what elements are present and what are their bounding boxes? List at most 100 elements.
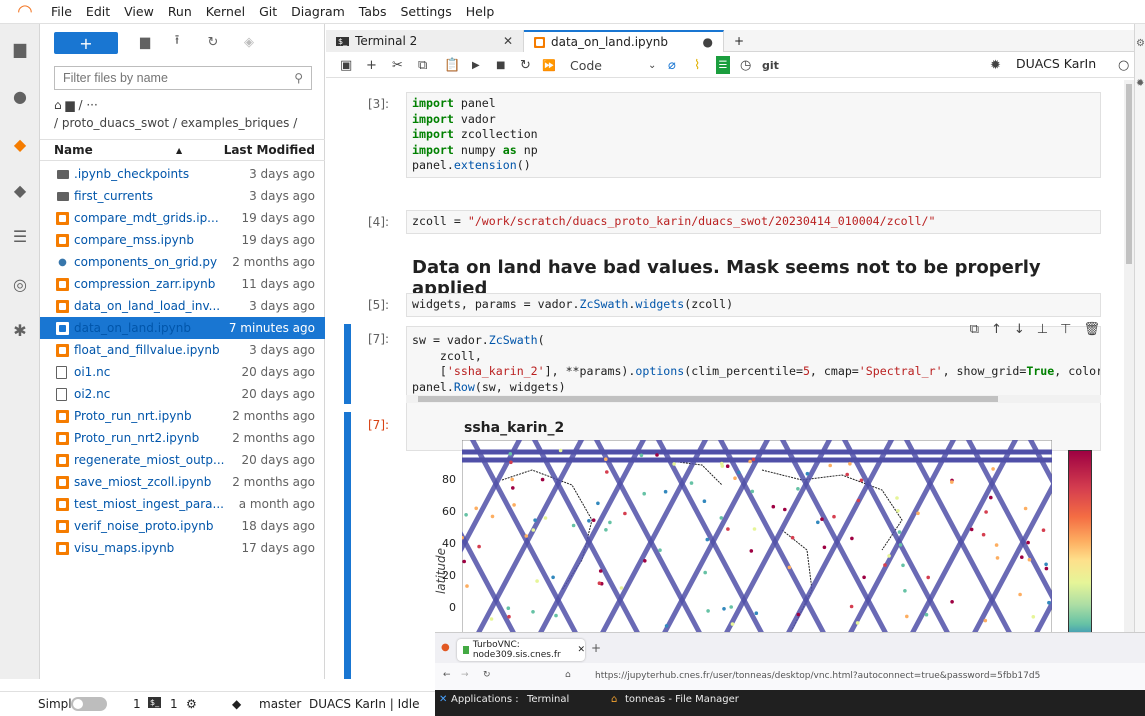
globe-icon[interactable]: ◎	[8, 272, 32, 296]
paste-icon[interactable]: 📋	[444, 56, 460, 74]
file-row[interactable]: Proto_run_nrt2.ipynb 2 months ago	[40, 427, 325, 449]
menu-file[interactable]: File	[44, 4, 79, 19]
git-button[interactable]: git	[762, 56, 779, 74]
column-modified-header[interactable]: Last Modified	[224, 143, 315, 157]
browser-tab[interactable]: TurboVNC: node309.sis.cnes.fr ✕	[457, 639, 585, 661]
bug-icon[interactable]: ✹	[990, 56, 1001, 74]
clock-icon[interactable]: ◷	[740, 56, 751, 74]
upload-icon[interactable]: ⭱	[168, 33, 186, 51]
restart-icon[interactable]: ↻	[520, 56, 531, 74]
taskbar-file-manager[interactable]: tonneas - File Manager	[625, 694, 739, 705]
code-cell-4[interactable]: zcoll = "/work/scratch/duacs_proto_karin…	[406, 210, 1101, 234]
file-row[interactable]: regenerate_miost_outp... 20 days ago	[40, 449, 325, 471]
debugger-icon[interactable]: ✹	[1136, 78, 1144, 89]
breadcrumb-icons[interactable]: ⌂ ▆ / ···	[54, 98, 98, 112]
menu-git[interactable]: Git	[252, 4, 284, 19]
tab-terminal-2[interactable]: $_ Terminal 2 ✕	[326, 30, 524, 52]
file-row[interactable]: visu_maps.ipynb 17 days ago	[40, 537, 325, 559]
breadcrumb[interactable]: / proto_duacs_swot / examples_briques /	[54, 116, 297, 130]
run-icon[interactable]: ▶	[472, 56, 480, 74]
menu-settings[interactable]: Settings	[393, 4, 458, 19]
taskbar-terminal[interactable]: Terminal	[527, 694, 569, 705]
cut-icon[interactable]: ✂	[392, 56, 403, 74]
menu-tabs[interactable]: Tabs	[352, 4, 394, 19]
kernel-count[interactable]: 1	[170, 697, 178, 711]
extension-manager-icon[interactable]: ◆	[8, 132, 32, 156]
menu-kernel[interactable]: Kernel	[199, 4, 252, 19]
file-row[interactable]: first_currents 3 days ago	[40, 185, 325, 207]
git-icon[interactable]: ◆	[8, 178, 32, 202]
terminal-count[interactable]: 1	[133, 697, 141, 711]
insert-below-icon[interactable]: ⊤	[1060, 322, 1071, 337]
refresh-icon[interactable]: ↻	[204, 33, 222, 51]
file-row[interactable]: compare_mss.ipynb 19 days ago	[40, 229, 325, 251]
duplicate-cell-icon[interactable]: ⧉	[970, 322, 979, 337]
property-inspector-icon[interactable]: ⚙	[1136, 38, 1145, 49]
chart-icon[interactable]: ⌇	[694, 56, 700, 74]
new-tab-button[interactable]: +	[724, 30, 748, 52]
file-row[interactable]: data_on_land_load_inv... 3 days ago	[40, 295, 325, 317]
git-clone-icon[interactable]: ◈	[240, 33, 258, 51]
save-icon[interactable]: ▣	[340, 56, 352, 74]
scroll-thumb[interactable]	[418, 396, 998, 402]
file-row[interactable]: float_and_fillvalue.ipynb 3 days ago	[40, 339, 325, 361]
file-row[interactable]: Proto_run_nrt.ipynb 2 months ago	[40, 405, 325, 427]
file-filter-input[interactable]	[63, 71, 295, 85]
url-input[interactable]: https://jupyterhub.cnes.fr/user/tonneas/…	[595, 671, 1040, 681]
file-row[interactable]: compression_zarr.ipynb 11 days ago	[40, 273, 325, 295]
file-row[interactable]: oi2.nc 20 days ago	[40, 383, 325, 405]
file-row[interactable]: oi1.nc 20 days ago	[40, 361, 325, 383]
toc-icon[interactable]: ☰	[8, 224, 32, 248]
insert-cell-icon[interactable]: +	[366, 56, 377, 74]
table-icon[interactable]: ☰	[716, 56, 730, 74]
back-icon[interactable]: ←	[443, 670, 451, 680]
file-row[interactable]: data_on_land.ipynb 7 minutes ago	[40, 317, 325, 339]
git-branch[interactable]: master	[259, 697, 301, 711]
delete-cell-icon[interactable]: 🗑	[1083, 322, 1100, 337]
simple-mode-toggle[interactable]	[71, 697, 107, 711]
applications-menu[interactable]: Applications :	[451, 694, 519, 705]
file-row[interactable]: compare_mdt_grids.ip... 19 days ago	[40, 207, 325, 229]
menu-diagram[interactable]: Diagram	[284, 4, 352, 19]
new-folder-icon[interactable]: ▆	[136, 33, 154, 51]
output-collapser[interactable]	[344, 412, 351, 679]
scroll-thumb[interactable]	[1126, 84, 1132, 264]
column-name-header[interactable]: Name	[54, 143, 93, 157]
diff-icon[interactable]: ⌀	[668, 56, 676, 74]
stop-icon[interactable]: ■	[496, 56, 505, 74]
kernel-name[interactable]: DUACS KarIn	[1016, 56, 1096, 71]
folder-icon[interactable]: ▆	[8, 36, 32, 60]
cell-type-select[interactable]: Code	[570, 56, 602, 74]
tab-data-on-land[interactable]: data_on_land.ipynb ●	[524, 30, 724, 52]
menu-view[interactable]: View	[117, 4, 161, 19]
unsaved-dot-icon[interactable]: ●	[703, 35, 713, 49]
new-launcher-button[interactable]: +	[54, 32, 118, 54]
copy-icon[interactable]: ⧉	[418, 56, 427, 74]
file-filter-field[interactable]: ⚲	[54, 66, 312, 90]
menu-run[interactable]: Run	[161, 4, 199, 19]
cell-collapser[interactable]	[344, 324, 351, 404]
insert-above-icon[interactable]: ⊥	[1037, 322, 1048, 337]
code-cell-3[interactable]: import panel import vador import zcollec…	[406, 92, 1101, 178]
swath-map-plot[interactable]	[462, 440, 1052, 640]
new-tab-button[interactable]: +	[591, 641, 601, 655]
menu-edit[interactable]: Edit	[79, 4, 117, 19]
run-all-icon[interactable]: ⏩	[542, 56, 556, 74]
file-row[interactable]: ● components_on_grid.py 2 months ago	[40, 251, 325, 273]
kernel-status[interactable]: DUACS KarIn | Idle	[309, 697, 419, 711]
move-down-icon[interactable]: ↓	[1014, 322, 1025, 337]
running-icon[interactable]: ●	[8, 84, 32, 108]
close-icon[interactable]: ✕	[503, 34, 513, 48]
move-up-icon[interactable]: ↑	[991, 322, 1002, 337]
horizontal-scrollbar[interactable]	[406, 395, 1101, 403]
vertical-scrollbar[interactable]	[1124, 80, 1134, 679]
reload-icon[interactable]: ↻	[483, 670, 491, 680]
menu-help[interactable]: Help	[459, 4, 502, 19]
file-row[interactable]: test_miost_ingest_para... a month ago	[40, 493, 325, 515]
code-cell-5[interactable]: widgets, params = vador.ZcSwath.widgets(…	[406, 293, 1101, 317]
forward-icon[interactable]: →	[461, 670, 469, 680]
close-icon[interactable]: ✕	[577, 645, 585, 655]
puzzle-icon[interactable]: ✱	[8, 318, 32, 342]
file-row[interactable]: verif_noise_proto.ipynb 18 days ago	[40, 515, 325, 537]
file-row[interactable]: save_miost_zcoll.ipynb 2 months ago	[40, 471, 325, 493]
